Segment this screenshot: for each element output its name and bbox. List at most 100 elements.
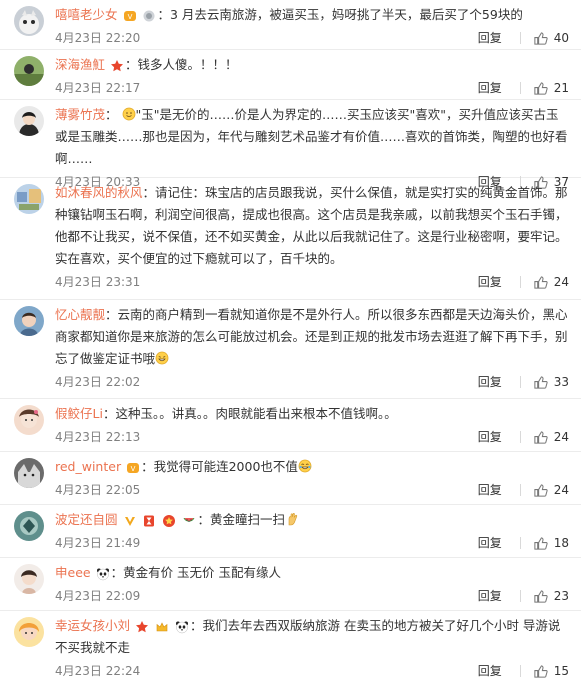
comment-list: 嘻嘻老少女 V ：3 月去云南旅游，被逼买玉，妈呀挑了半天，最后买了个59块的 … [0, 0, 581, 690]
avatar[interactable] [14, 106, 44, 136]
comment-time: 4月23日 22:05 [55, 483, 141, 497]
comment-time: 4月23日 22:24 [55, 664, 141, 678]
reply-button[interactable]: 回复 [478, 531, 502, 555]
thumbs-up-icon [534, 483, 548, 497]
like-button[interactable]: 24 [533, 425, 569, 449]
star-badge-icon [110, 59, 124, 73]
reply-button[interactable]: 回复 [478, 425, 502, 449]
comment-text: 我觉得可能连2000也不值 [153, 459, 298, 474]
panda-icon [96, 567, 110, 581]
username[interactable]: 幸运女孩小刘 [55, 618, 130, 633]
hourglass-icon [142, 514, 156, 528]
thumbs-up-icon [534, 31, 548, 45]
username[interactable]: 波定还自圆 [55, 512, 118, 527]
comment-item: 申eee ：黄金有价 玉无价 玉配有缘人 4月23日 22:09 回复 23 [0, 558, 581, 611]
comment-time: 4月23日 21:49 [55, 536, 141, 550]
avatar[interactable] [14, 511, 44, 541]
comment-text: 云南的商户精到一看就知道你是不是外行人。所以很多东西都是天边海头价，黑心商家都知… [55, 307, 568, 366]
username[interactable]: 假鲛仔Li [55, 406, 103, 421]
medal-icon [162, 514, 176, 528]
comment-item: 幸运女孩小刘 ：我们去年去西双版纳旅游 在卖玉的地方被关了好几个小时 导游说不买… [0, 611, 581, 690]
username[interactable]: 嘻嘻老少女 [55, 7, 118, 22]
avatar[interactable] [14, 184, 44, 214]
comment-time: 4月23日 22:13 [55, 430, 141, 444]
comment-time: 4月23日 22:17 [55, 81, 141, 95]
like-button[interactable]: 24 [533, 478, 569, 502]
reply-button[interactable]: 回复 [478, 478, 502, 502]
divider [519, 276, 521, 288]
reply-button[interactable]: 回复 [478, 76, 502, 100]
thumbs-up-icon [534, 664, 548, 678]
like-button[interactable]: 33 [533, 370, 569, 394]
watermelon-icon [182, 514, 196, 528]
thumbs-up-icon [534, 375, 548, 389]
like-button[interactable]: 24 [533, 270, 569, 294]
like-button[interactable]: 18 [533, 531, 569, 555]
avatar[interactable] [14, 458, 44, 488]
ok-hand-emoji-icon [285, 512, 299, 526]
avatar[interactable] [14, 564, 44, 594]
comment-time: 4月23日 22:09 [55, 589, 141, 603]
thumbs-up-icon [534, 536, 548, 550]
like-count: 24 [553, 483, 569, 497]
thumbs-up-icon [534, 81, 548, 95]
grin-emoji-icon [155, 351, 169, 365]
reply-button[interactable]: 回复 [478, 26, 502, 50]
divider [519, 32, 521, 44]
thumbs-up-icon [534, 430, 548, 444]
comment-text: 3 月去云南旅游，被逼买玉，妈呀挑了半天，最后买了个59块的 [170, 7, 523, 22]
divider [519, 484, 521, 496]
username[interactable]: 薄雾竹茂 [55, 107, 105, 122]
username[interactable]: 如沐春风的秋风 [55, 185, 143, 200]
avatar[interactable] [14, 617, 44, 647]
like-count: 24 [553, 275, 569, 289]
like-count: 21 [553, 81, 569, 95]
vip-badge-icon: V [126, 461, 140, 475]
username[interactable]: 申eee [55, 565, 91, 580]
verified-v-icon [123, 514, 137, 528]
like-count: 40 [553, 31, 569, 45]
reply-button[interactable]: 回复 [478, 659, 502, 683]
comment-item: 深海渔魟 ：钱多人傻。！！！ 4月23日 22:17 回复 21 [0, 50, 581, 100]
smile-emoji-icon [122, 107, 136, 121]
vip-badge-icon: V [123, 9, 137, 23]
like-button[interactable]: 23 [533, 584, 569, 608]
comment-time: 4月23日 22:20 [55, 31, 141, 45]
avatar[interactable] [14, 405, 44, 435]
avatar[interactable] [14, 56, 44, 86]
svg-text:V: V [127, 13, 132, 21]
comment-time: 4月23日 22:02 [55, 375, 141, 389]
medal-icon [142, 9, 156, 23]
reply-button[interactable]: 回复 [478, 270, 502, 294]
divider [519, 665, 521, 677]
like-button[interactable]: 40 [533, 26, 569, 50]
username[interactable]: 深海渔魟 [55, 57, 105, 72]
comment-item: 薄雾竹茂： "玉"是无价的……价是人为界定的……买玉应该买"喜欢"，买升值应该买… [0, 100, 581, 189]
username[interactable]: 忆心靓靓 [55, 307, 105, 322]
comment-item: 忆心靓靓：云南的商户精到一看就知道你是不是外行人。所以很多东西都是天边海头价，黑… [0, 300, 581, 399]
comment-item: red_winter V ：我觉得可能连2000也不值 4月23日 22:05 … [0, 452, 581, 505]
like-button[interactable]: 21 [533, 76, 569, 100]
divider [519, 590, 521, 602]
divider [519, 431, 521, 443]
comment-text: 这种玉。。讲真。。肉眼就能看出来根本不值钱啊。。 [115, 406, 397, 421]
avatar[interactable] [14, 6, 44, 36]
like-button[interactable]: 15 [533, 659, 569, 683]
divider [519, 537, 521, 549]
star-badge-icon [135, 620, 149, 634]
like-count: 15 [553, 664, 569, 678]
comment-item: 如沐春风的秋风：请记住：珠宝店的店员跟我说，买什么保值，就是实打实的纯黄金首饰。… [0, 178, 581, 300]
avatar[interactable] [14, 306, 44, 336]
reply-button[interactable]: 回复 [478, 584, 502, 608]
divider [519, 82, 521, 94]
comment-text: 黄金瞳扫一扫 [209, 512, 285, 527]
like-count: 23 [553, 589, 569, 603]
comment-text: 钱多人傻。！！！ [137, 57, 238, 72]
reply-button[interactable]: 回复 [478, 370, 502, 394]
comment-item: 嘻嘻老少女 V ：3 月去云南旅游，被逼买玉，妈呀挑了半天，最后买了个59块的 … [0, 0, 581, 50]
svg-text:V: V [131, 465, 136, 473]
thumbs-up-icon [534, 589, 548, 603]
username[interactable]: red_winter [55, 459, 121, 474]
divider [519, 376, 521, 388]
like-count: 18 [553, 536, 569, 550]
